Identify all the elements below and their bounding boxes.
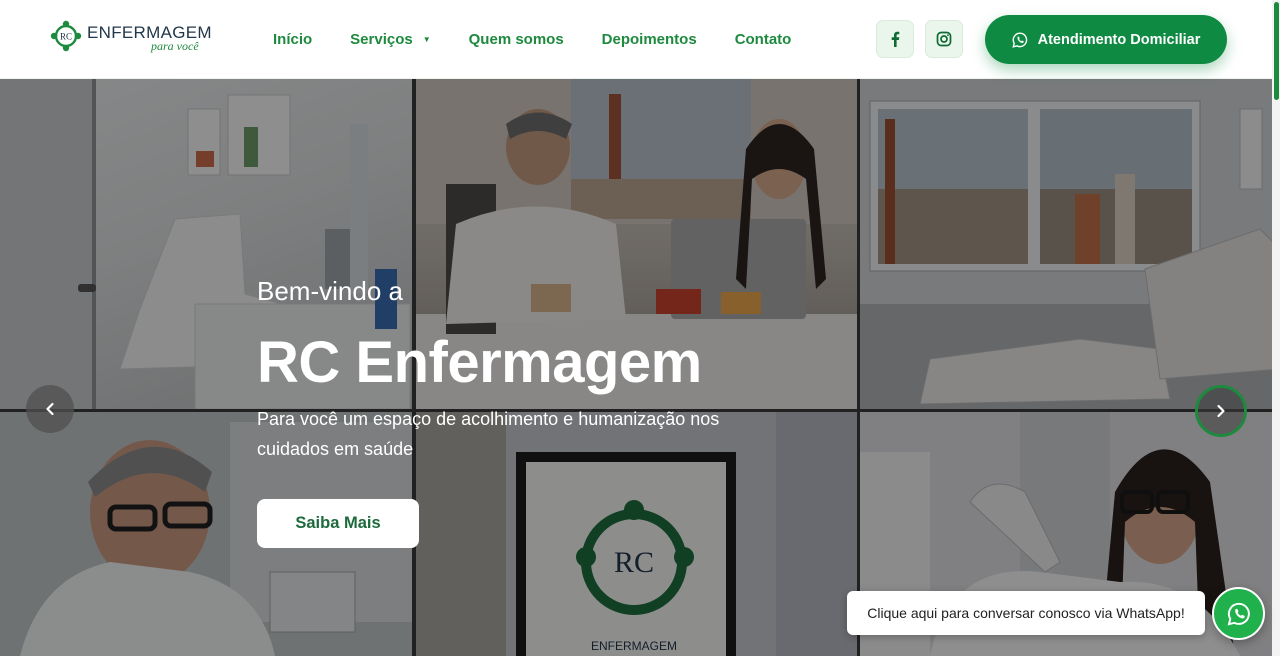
- main-nav: Início Serviços ▼ Quem somos Depoimentos…: [273, 0, 829, 79]
- whatsapp-icon: [1011, 31, 1027, 48]
- atendimento-domiciliar-label: Atendimento Domiciliar: [1037, 31, 1201, 48]
- whatsapp-float-button[interactable]: [1212, 587, 1265, 640]
- whatsapp-icon: [1227, 602, 1250, 626]
- nav-item-servicos[interactable]: Serviços ▼: [350, 31, 430, 48]
- nav-item-quem-somos[interactable]: Quem somos: [469, 31, 564, 48]
- carousel-next-button[interactable]: [1195, 385, 1247, 437]
- nav-item-label: Serviços: [350, 31, 413, 48]
- instagram-link[interactable]: [925, 20, 963, 58]
- hero-title: RC Enfermagem: [257, 330, 702, 395]
- facebook-icon: [891, 31, 900, 47]
- nav-item-label: Quem somos: [468, 31, 564, 48]
- scrollbar-thumb[interactable]: [1274, 2, 1279, 100]
- atendimento-domiciliar-button[interactable]: Atendimento Domiciliar: [985, 15, 1227, 64]
- chevron-right-icon: [1217, 404, 1225, 418]
- nav-item-depoimentos[interactable]: Depoimentos: [602, 31, 697, 48]
- nav-item-label: Depoimentos: [601, 31, 697, 48]
- nav-item-label: Início: [273, 31, 313, 48]
- instagram-icon: [936, 31, 952, 47]
- logo-mark-text: RC: [60, 32, 72, 42]
- page-scrollbar[interactable]: [1272, 0, 1280, 656]
- chevron-left-icon: [46, 402, 54, 416]
- nav-item-contato[interactable]: Contato: [735, 31, 792, 48]
- nav-item-label: Contato: [734, 31, 792, 48]
- hero-pre-title: Bem-vindo a: [257, 276, 403, 306]
- hero-carousel: RC ENFERMAGEM Bem-vindo a RC Enfermagem …: [0, 79, 1280, 656]
- whatsapp-tooltip[interactable]: Clique aqui para conversar conosco via W…: [847, 591, 1205, 635]
- hero-description: Para você um espaço de acolhimento e hum…: [257, 409, 720, 459]
- logo-text: ENFERMAGEM para você: [87, 18, 212, 54]
- logo-mark-icon: RC: [50, 20, 82, 52]
- site-logo[interactable]: RC ENFERMAGEM para você: [48, 16, 213, 56]
- site-header: RC ENFERMAGEM para você Início Serviços …: [0, 0, 1280, 79]
- saiba-mais-button[interactable]: Saiba Mais: [257, 499, 419, 548]
- nav-item-inicio[interactable]: Início: [273, 31, 312, 48]
- chevron-down-icon: ▼: [422, 35, 431, 44]
- carousel-prev-button[interactable]: [26, 385, 74, 433]
- facebook-link[interactable]: [876, 20, 914, 58]
- logo-tagline: para você: [151, 39, 199, 53]
